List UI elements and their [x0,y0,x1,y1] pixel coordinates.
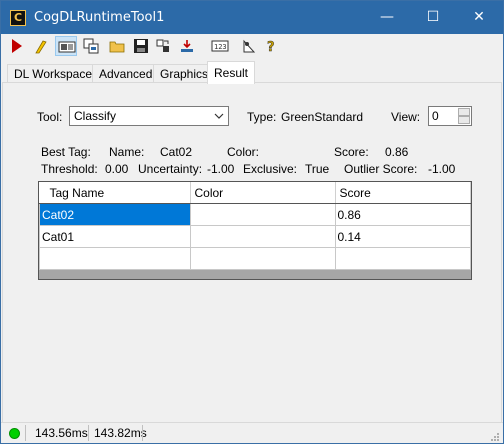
tab-advanced[interactable]: Advanced [92,64,160,84]
status-led-icon [9,428,20,439]
cell-color[interactable] [189,225,336,248]
help-icon: ? [267,40,275,54]
resize-grip-icon[interactable] [490,432,500,442]
cell-score[interactable]: 0.86 [334,203,471,226]
spin-up-button[interactable] [458,108,470,116]
settings-icon [243,39,256,53]
close-button[interactable]: ✕ [456,1,502,34]
status-time-1: 143.56ms [35,426,88,440]
cell-empty[interactable] [39,247,191,270]
import-icon [181,40,193,52]
score-value: 0.86 [385,145,409,159]
status-separator [142,425,143,441]
toolbar: 123 ? [1,34,503,59]
threshold-value: 0.00 [105,162,129,176]
tool-value: Classify [74,109,117,123]
cell-empty[interactable] [189,247,336,270]
counter-button[interactable]: 123 [209,36,229,56]
svg-text:?: ? [267,40,275,54]
view-label: View: [391,110,421,124]
display-button[interactable] [55,36,77,56]
column-header-color[interactable]: Color [190,182,336,204]
uncertainty-value: -1.00 [207,162,235,176]
color-label: Color: [227,145,260,159]
cell-tag-name[interactable]: Cat02 [39,203,191,226]
wand-icon [35,40,47,54]
minimize-button[interactable]: — [364,1,410,34]
results-grid[interactable]: Tag Name Color Score Cat02 0.86 Cat01 0.… [38,181,472,280]
type-label: Type: [247,110,277,124]
status-bar: 143.56ms 143.82ms [1,422,503,443]
copy-window-button[interactable] [81,36,101,56]
svg-text:123: 123 [214,43,227,51]
run-button[interactable] [7,36,27,56]
save-button[interactable] [131,36,151,56]
column-header-tag-name[interactable]: Tag Name [39,182,191,204]
table-row[interactable]: Cat01 0.14 [39,225,471,248]
cell-color[interactable] [189,203,336,226]
open-folder-icon [109,41,125,53]
window-title: CogDLRuntimeTool1 [34,10,165,25]
name-label: Name: [109,145,145,159]
run-icon [12,39,22,53]
threshold-label: Threshold: [41,162,98,176]
tab-result[interactable]: Result [207,61,256,84]
import-button[interactable] [177,36,197,56]
outlier-score-value: -1.00 [428,162,456,176]
uncertainty-label: Uncertainty: [138,162,203,176]
open-folder-button[interactable] [107,36,127,56]
chevron-down-icon [214,113,224,119]
export-button[interactable] [153,36,173,56]
tab-strip: DL Workspace Advanced Graphics Result [1,61,503,84]
settings-button[interactable] [239,36,259,56]
column-header-score[interactable]: Score [335,182,471,204]
cell-score[interactable]: 0.14 [334,225,471,248]
best-tag-label: Best Tag: [41,145,91,159]
exclusive-value: True [305,162,330,176]
status-separator [88,425,89,441]
exclusive-label: Exclusive: [243,162,298,176]
grid-header-row: Tag Name Color Score [39,182,471,204]
tab-dl-workspace[interactable]: DL Workspace [7,64,100,84]
tool-dropdown[interactable]: Classify [69,106,229,126]
score-label: Score: [334,145,369,159]
app-icon: C [10,10,26,26]
view-value: 0 [432,109,439,123]
export-icon [156,39,169,52]
name-value: Cat02 [160,145,193,159]
display-icon [58,41,76,53]
copy-window-icon [83,38,99,54]
save-icon [134,39,148,53]
title-bar[interactable]: C CogDLRuntimeTool1 — ☐ ✕ [1,1,503,34]
app-window: C CogDLRuntimeTool1 — ☐ ✕ 123 ? DL Works… [0,0,504,444]
status-time-2: 143.82ms [94,426,147,440]
cell-tag-name[interactable]: Cat01 [39,225,191,248]
wand-button[interactable] [31,36,51,56]
help-button[interactable]: ? [261,36,281,56]
counter-icon: 123 [211,40,229,52]
table-row-new[interactable] [39,247,471,270]
view-spinner[interactable]: 0 [428,106,472,126]
outlier-score-label: Outlier Score: [344,162,418,176]
cell-empty[interactable] [334,247,471,270]
table-row[interactable]: Cat02 0.86 [39,203,471,226]
maximize-button[interactable]: ☐ [410,1,456,34]
tool-label: Tool: [37,110,63,124]
type-value: GreenStandard [281,110,364,124]
spin-down-button[interactable] [458,116,470,124]
status-separator [25,425,26,441]
tab-graphics[interactable]: Graphics [153,64,216,84]
